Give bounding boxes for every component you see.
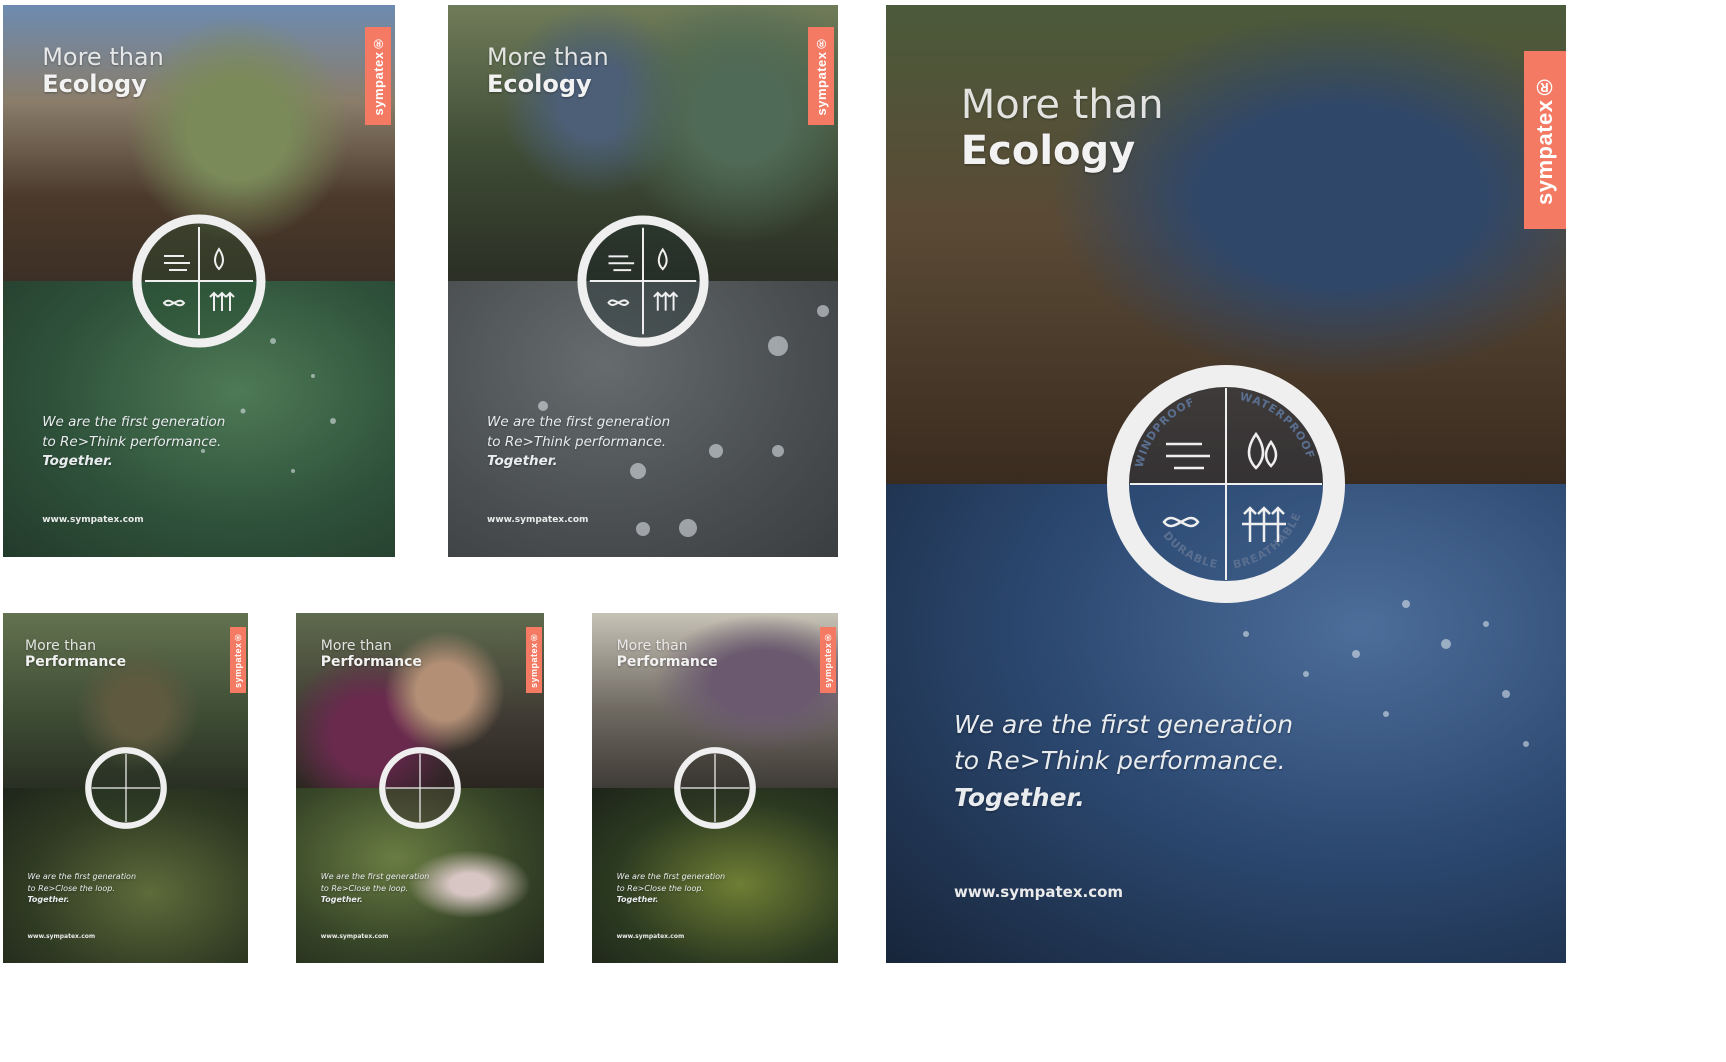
headline-line2: Performance — [320, 653, 422, 670]
tagline-line2: to Re>Close the loop. — [27, 883, 115, 893]
headline-line2: Ecology — [487, 70, 592, 99]
performance-emblem-labeled: WINDPROOF WATERPROOF DURABLE BREATHABLE — [1107, 365, 1345, 603]
tagline: We are the first generation to Re>Think … — [954, 707, 1293, 816]
headline: More than Performance — [25, 638, 126, 670]
poster-ecology-shoe-large: More than Ecology sympatex® WINDPROOF WA… — [886, 5, 1566, 963]
tagline: We are the first generation to Re>Close … — [28, 871, 137, 906]
registered-mark: ® — [823, 631, 833, 643]
website-url: www.sympatex.com — [616, 933, 685, 940]
sympatex-tab: sympatex® — [1524, 51, 1566, 229]
sympatex-tab: sympatex® — [820, 627, 836, 693]
headline: More than Ecology — [42, 42, 164, 99]
poster-performance-woman-purple: More than Performance sympatex® We are t… — [296, 613, 544, 963]
brand-name: sympatex — [233, 642, 243, 689]
performance-emblem — [379, 747, 461, 829]
website-url: www.sympatex.com — [320, 933, 389, 940]
tagline: We are the first generation to Re>Close … — [617, 871, 726, 906]
tagline-line3: Together. — [487, 453, 558, 470]
poster-ecology-couple: More than Ecology sympatex® We are the f… — [448, 5, 838, 557]
tagline-line2: to Re>Close the loop. — [320, 883, 409, 893]
headline: More than Ecology — [487, 42, 609, 99]
website-url: www.sympatex.com — [42, 515, 144, 525]
tagline-line1: We are the first generation — [27, 872, 137, 881]
registered-mark: ® — [529, 631, 539, 643]
breathable-arrows-icon — [653, 291, 679, 311]
headline-line1: More than — [487, 42, 609, 71]
headline-line2: Ecology — [960, 127, 1136, 174]
tagline-line1: We are the first generation — [616, 872, 726, 881]
performance-emblem — [674, 747, 756, 829]
tagline-line2: to Re>Close the loop. — [616, 883, 704, 893]
tagline-line3: Together. — [954, 782, 1085, 812]
poster-ecology-woman: More than Ecology sympatex® We are the f… — [3, 5, 395, 557]
tagline: We are the first generation to Re>Think … — [487, 413, 670, 472]
brand-name: sympatex — [823, 642, 833, 689]
poster-performance-boot: More than Performance sympatex® We are t… — [592, 613, 838, 963]
registered-mark: ® — [233, 631, 243, 643]
tagline-line1: We are the first generation — [42, 414, 226, 430]
registered-mark: ® — [370, 36, 386, 52]
tagline-line3: Together. — [27, 895, 70, 905]
sympatex-tab: sympatex® — [526, 627, 542, 693]
headline-line2: Performance — [25, 653, 127, 670]
tagline-line3: Together. — [616, 895, 659, 905]
registered-mark: ® — [813, 36, 829, 52]
tagline-line2: to Re>Think performance. — [42, 433, 222, 450]
headline-line1: More than — [320, 637, 392, 654]
website-url: www.sympatex.com — [487, 515, 589, 525]
brand-name: sympatex — [1532, 99, 1557, 206]
tagline: We are the first generation to Re>Think … — [42, 413, 225, 472]
tagline-line2: to Re>Think performance. — [487, 433, 667, 450]
performance-emblem — [84, 747, 167, 829]
website-url: www.sympatex.com — [954, 883, 1124, 901]
breathable-arrows-icon — [209, 291, 235, 311]
sympatex-tab: sympatex® — [230, 627, 246, 693]
registered-mark: ® — [1532, 74, 1557, 100]
tagline-line3: Together. — [320, 895, 363, 905]
tagline-line1: We are the first generation — [954, 710, 1294, 739]
tagline-line2: to Re>Think performance. — [954, 746, 1286, 776]
headline-line1: More than — [960, 81, 1164, 128]
headline-line2: Performance — [616, 653, 718, 670]
headline: More than Performance — [617, 638, 718, 670]
tagline-line3: Together. — [42, 453, 113, 470]
brand-name: sympatex — [370, 51, 386, 116]
headline-line1: More than — [616, 637, 688, 654]
tagline: We are the first generation to Re>Close … — [321, 871, 430, 906]
tagline-line1: We are the first generation — [320, 872, 430, 881]
brand-name: sympatex — [813, 51, 829, 116]
sympatex-tab: sympatex® — [808, 27, 835, 126]
brand-name: sympatex — [529, 642, 539, 689]
headline-line2: Ecology — [42, 70, 147, 99]
poster-performance-hikers: More than Performance sympatex® We are t… — [3, 613, 248, 963]
headline-line1: More than — [25, 637, 97, 654]
headline: More than Ecology — [961, 82, 1164, 174]
tagline-line1: We are the first generation — [487, 414, 671, 430]
performance-emblem — [577, 215, 709, 347]
sympatex-tab: sympatex® — [365, 27, 392, 126]
headline-line1: More than — [42, 42, 164, 71]
website-url: www.sympatex.com — [27, 933, 96, 940]
performance-emblem — [132, 214, 266, 348]
headline: More than Performance — [321, 638, 422, 670]
